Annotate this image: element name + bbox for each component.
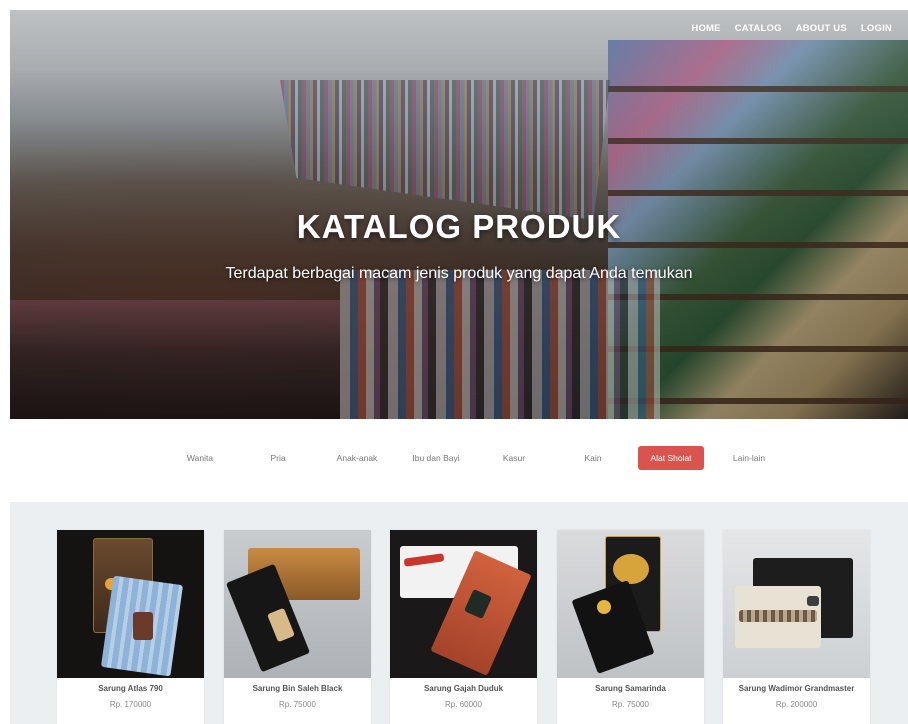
nav-home[interactable]: HOME: [691, 23, 720, 34]
page-title: KATALOG PRODUK: [296, 208, 622, 245]
product-card[interactable]: Sarung Samarinda Rp. 75000: [557, 530, 704, 724]
product-image: [224, 530, 371, 678]
product-name: Sarung Wadimor Grandmaster: [738, 684, 855, 693]
tab-pria[interactable]: Pria: [250, 446, 306, 470]
product-card[interactable]: Sarung Wadimor Grandmaster Rp. 200000: [723, 530, 870, 724]
product-price: Rp. 75000: [279, 700, 316, 709]
tab-ibu-dan-bayi[interactable]: Ibu dan Bayi: [404, 446, 468, 470]
tab-kasur[interactable]: Kasur: [486, 446, 542, 470]
nav-catalog[interactable]: CATALOG: [735, 23, 782, 34]
tab-alat-sholat[interactable]: Alat Sholat: [638, 446, 704, 470]
product-grid: Sarung Atlas 790 Rp. 170000 Sarung Bin S…: [10, 502, 908, 724]
tab-lain-lain[interactable]: Lain-lain: [720, 446, 778, 470]
product-price: Rp. 75000: [612, 700, 649, 709]
product-image: [390, 530, 537, 678]
nav-about-us[interactable]: ABOUT US: [796, 23, 847, 34]
product-name: Sarung Gajah Duduk: [423, 684, 504, 693]
product-card[interactable]: Sarung Gajah Duduk Rp. 60000: [390, 530, 537, 724]
product-card[interactable]: Sarung Atlas 790 Rp. 170000: [57, 530, 204, 724]
hero-banner: HOME CATALOG ABOUT US LOGIN KATALOG PROD…: [10, 10, 908, 419]
product-name: Sarung Atlas 790: [98, 684, 163, 693]
tab-kain[interactable]: Kain: [566, 446, 620, 470]
product-name: Sarung Bin Saleh Black: [252, 684, 343, 693]
product-name: Sarung Samarinda: [595, 684, 666, 693]
main-nav: HOME CATALOG ABOUT US LOGIN: [691, 23, 892, 34]
product-image: [557, 530, 704, 678]
product-card[interactable]: Sarung Bin Saleh Black Rp. 75000: [224, 530, 371, 724]
product-price: Rp. 170000: [109, 700, 152, 709]
tab-wanita[interactable]: Wanita: [170, 446, 230, 470]
tab-anak-anak[interactable]: Anak-anak: [326, 446, 388, 470]
category-tabs: Wanita Pria Anak-anak Ibu dan Bayi Kasur…: [0, 446, 908, 470]
product-price: Rp. 200000: [775, 700, 818, 709]
page-subtitle: Terdapat berbagai macam jenis produk yan…: [225, 265, 693, 282]
product-price: Rp. 60000: [445, 700, 482, 709]
product-image: [723, 530, 870, 678]
product-image: [57, 530, 204, 678]
nav-login[interactable]: LOGIN: [861, 23, 892, 34]
